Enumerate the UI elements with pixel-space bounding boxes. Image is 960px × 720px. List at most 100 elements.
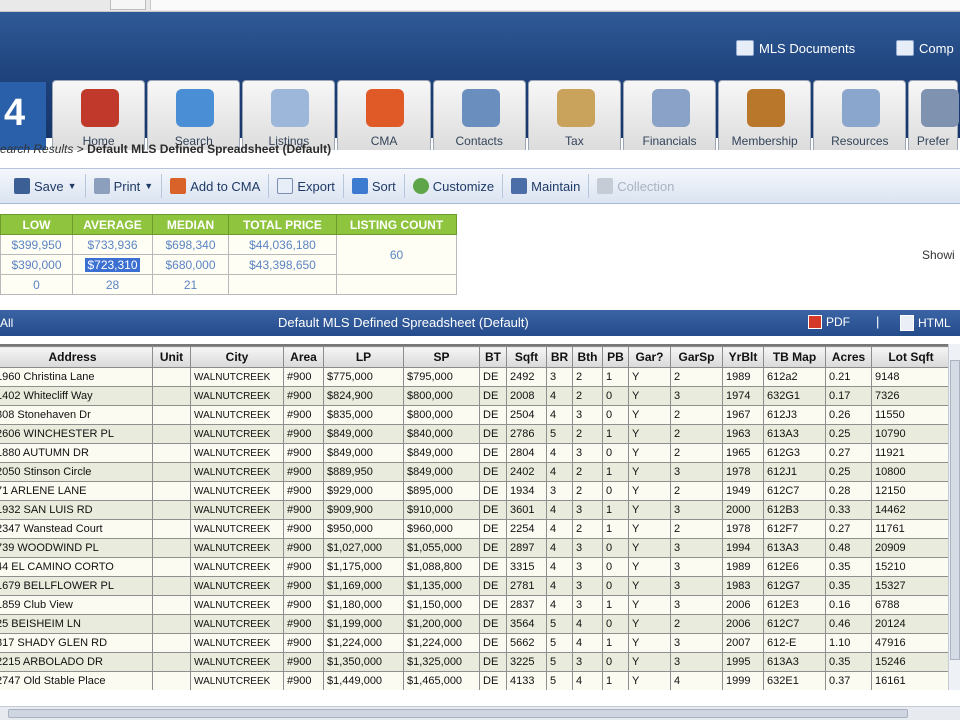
table-row[interactable]: 808 Stonehaven Dr WALNUTCREEK #900 $835,000… (0, 405, 948, 425)
table-row[interactable]: 1402 Whitecliff Way WALNUTCREEK #900 $824,9… (0, 386, 948, 406)
table-row[interactable]: 2347 Wanstead Court WALNUTCREEK #900 $950,0… (0, 519, 948, 539)
vertical-scrollbar[interactable] (948, 344, 960, 690)
add-to-cma-button[interactable]: Add to CMA (162, 174, 270, 198)
table-cell: 4 (546, 443, 573, 463)
table-row[interactable]: 25 BEISHEIM LN WALNUTCREEK #900 $1,199,000 $… (0, 614, 948, 634)
table-row[interactable]: 1960 Christina Lane WALNUTCREEK #900 $775,0… (0, 367, 948, 387)
table-row[interactable]: 1859 Club View WALNUTCREEK #900 $1,180,000 $… (0, 595, 948, 615)
column-header[interactable]: Address (0, 346, 153, 368)
column-header[interactable]: PB (602, 346, 629, 368)
nav-tab-preferences[interactable]: Prefer (908, 80, 960, 150)
browser-tab[interactable] (110, 0, 146, 10)
mls-documents-link[interactable]: MLS Documents (736, 40, 855, 56)
nav-tab-resources[interactable]: Resources (813, 80, 907, 150)
nav-tab-listings[interactable]: Listings (242, 80, 336, 150)
nav-tab-financials[interactable]: Financials (622, 80, 717, 150)
table-cell: WALNUTCREEK (190, 595, 284, 615)
table-cell: Y (628, 595, 671, 615)
chevron-down-icon[interactable]: ▼ (68, 181, 77, 191)
table-cell: 2786 (506, 424, 547, 444)
column-header[interactable]: BT (479, 346, 507, 368)
table-cell: 613A3 (763, 424, 826, 444)
table-cell: 1965 (722, 443, 764, 463)
table-row[interactable]: 44 EL CAMINO CORTO WALNUTCREEK #900 $1,175,… (0, 557, 948, 577)
nav-tab-cma[interactable]: CMA (337, 80, 431, 150)
chevron-down-icon[interactable]: ▼ (144, 181, 153, 191)
maintain-label: Maintain (531, 178, 581, 194)
column-header[interactable]: City (190, 346, 284, 368)
column-header[interactable]: SP (403, 346, 480, 368)
select-all-link[interactable]: All (0, 316, 13, 330)
table-cell: WALNUTCREEK (190, 386, 284, 406)
nav-tab-search[interactable]: Search (147, 80, 241, 150)
table-row[interactable]: 2215 ARBOLADO DR WALNUTCREEK #900 $1,350,00… (0, 652, 948, 672)
table-cell: 0.48 (825, 538, 872, 558)
table-row[interactable]: 739 WOODWIND PL WALNUTCREEK #900 $1,027,000… (0, 538, 948, 558)
column-header[interactable]: Gar? (628, 346, 671, 368)
horizontal-scroll-thumb[interactable] (8, 709, 908, 718)
table-cell: 0 (602, 557, 629, 577)
comp-link[interactable]: Comp (896, 40, 954, 56)
table-cell: 1978 (722, 519, 764, 539)
table-row[interactable]: 2050 Stinson Circle WALNUTCREEK #900 $889,9… (0, 462, 948, 482)
summary-cell-selected[interactable]: $723,310 (72, 254, 153, 275)
nav-tab-tax[interactable]: Tax (527, 80, 621, 150)
table-cell: 0.27 (825, 443, 872, 463)
table-cell: 3 (572, 538, 603, 558)
table-cell: 4 (572, 671, 603, 690)
sort-button[interactable]: Sort (344, 174, 405, 198)
table-cell: 1960 Christina Lane (0, 367, 153, 387)
table-row[interactable]: 1679 BELLFLOWER PL WALNUTCREEK #900 $1,169,… (0, 576, 948, 596)
table-cell: Y (628, 557, 671, 577)
column-header[interactable]: GarSp (670, 346, 723, 368)
nav-tab-contacts[interactable]: Contacts (432, 80, 526, 150)
table-cell: 1 (602, 671, 629, 690)
table-cell: $840,000 (403, 424, 480, 444)
column-header[interactable]: Unit (152, 346, 191, 368)
table-cell: 3 (572, 405, 603, 425)
horizontal-scrollbar[interactable] (0, 706, 960, 720)
export-button[interactable]: Export (269, 174, 344, 198)
customize-button[interactable]: Customize (405, 174, 504, 198)
nav-tab-home[interactable]: Home (52, 80, 146, 150)
mls-documents-label: MLS Documents (759, 40, 856, 56)
column-header[interactable]: Bth (572, 346, 603, 368)
column-header[interactable]: Area (283, 346, 324, 368)
table-cell: 0.27 (825, 519, 872, 539)
nav-tab-membership[interactable]: Membership (718, 80, 812, 150)
breadcrumb-search-results[interactable]: earch Results (0, 142, 73, 156)
summary-cell: $698,340 (152, 234, 229, 255)
table-cell (152, 557, 191, 577)
table-cell: #900 (283, 424, 324, 444)
column-header[interactable]: TB Map (763, 346, 826, 368)
table-cell: 3 (546, 367, 573, 387)
table-cell: 2 (670, 424, 723, 444)
table-cell: DE (479, 462, 507, 482)
table-cell: 1983 (722, 576, 764, 596)
save-button[interactable]: Save ▼ (0, 174, 86, 198)
table-row[interactable]: 2747 Old Stable Place WALNUTCREEK #900 $1,4… (0, 671, 948, 690)
table-cell: 2 (572, 462, 603, 482)
print-button[interactable]: Print ▼ (86, 174, 163, 198)
html-link[interactable]: HTML (900, 315, 951, 331)
column-header[interactable]: Lot Sqft (871, 346, 948, 368)
pdf-link[interactable]: PDF (808, 315, 850, 329)
house-icon (81, 89, 119, 127)
table-row[interactable]: 1880 AUTUMN DR WALNUTCREEK #900 $849,000 $84… (0, 443, 948, 463)
column-header[interactable]: YrBlt (722, 346, 764, 368)
table-row[interactable]: 1932 SAN LUIS RD WALNUTCREEK #900 $909,900 $… (0, 500, 948, 520)
maintain-button[interactable]: Maintain (503, 174, 590, 198)
column-header[interactable]: LP (323, 346, 404, 368)
table-cell: $835,000 (323, 405, 404, 425)
column-header[interactable]: Acres (825, 346, 872, 368)
table-cell: 0 (602, 443, 629, 463)
nav-tab-label: Membership (731, 134, 798, 148)
table-row[interactable]: 71 ARLENE LANE WALNUTCREEK #900 $929,000 $89… (0, 481, 948, 501)
column-header[interactable]: BR (546, 346, 573, 368)
vertical-scroll-thumb[interactable] (950, 360, 960, 660)
table-row[interactable]: 2606 WINCHESTER PL WALNUTCREEK #900 $849,00… (0, 424, 948, 444)
column-header[interactable]: Sqft (506, 346, 547, 368)
collection-button[interactable]: Collection (589, 174, 682, 198)
table-cell: #900 (283, 405, 324, 425)
table-row[interactable]: 817 SHADY GLEN RD WALNUTCREEK #900 $1,224,0… (0, 633, 948, 653)
